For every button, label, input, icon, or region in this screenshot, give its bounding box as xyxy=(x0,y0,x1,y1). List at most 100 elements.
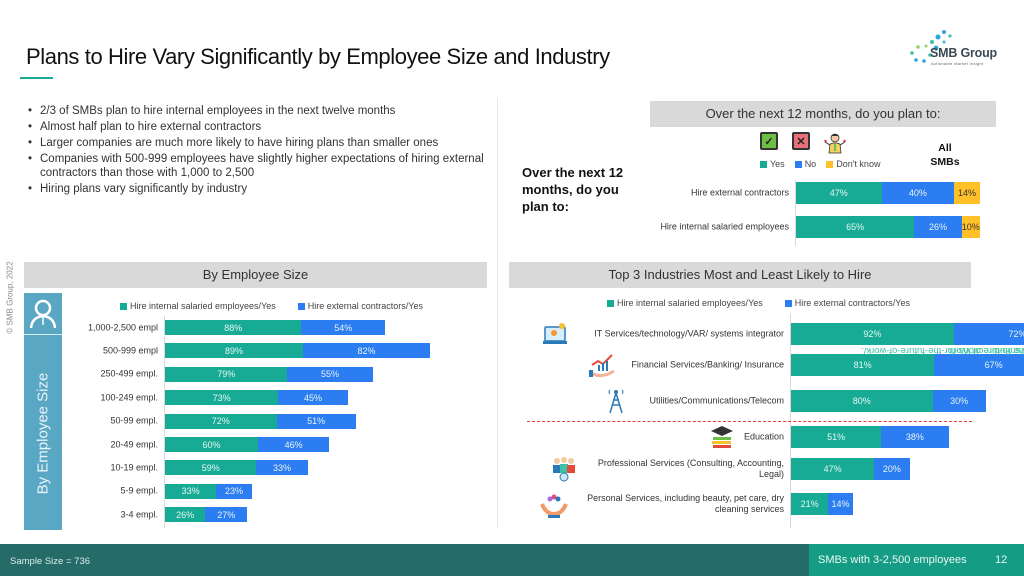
population-label: SMBs with 3-2,500 employees xyxy=(818,554,967,566)
category-label: 50-99 empl. xyxy=(110,415,158,426)
data-label: 89% xyxy=(224,345,243,356)
legend-swatch xyxy=(297,302,305,310)
title-underline xyxy=(20,77,53,79)
key-findings-list: 2/3 of SMBs plan to hire internal employ… xyxy=(28,104,498,198)
page-number: 12 xyxy=(995,554,1008,566)
data-label: 33% xyxy=(181,486,200,497)
category-label: 10-19 empl. xyxy=(110,462,158,473)
category-label: 3-4 empl. xyxy=(120,509,158,520)
bar-external: 20% xyxy=(874,458,910,480)
employee-size-chart: 1,000-2,500 empl 88% 54% 500-999 empl 89% 82%… xyxy=(64,316,494,528)
source-citation: Source: SMB Directions for the Future of… xyxy=(861,180,1024,520)
x-box-icon: ✕ xyxy=(792,132,810,150)
check-box-icon: ✓ xyxy=(760,132,778,150)
category-label: 250-499 empl. xyxy=(100,368,158,379)
vertical-divider xyxy=(497,98,498,528)
bullet-item: Companies with 500-999 employees have sl… xyxy=(28,152,498,180)
legend-label: Don't know xyxy=(836,159,881,169)
professionals-team-icon xyxy=(550,455,578,483)
data-label: 88% xyxy=(224,322,243,333)
bar-external: 55% xyxy=(287,366,373,382)
group-label: All SMBs xyxy=(930,142,960,168)
employee-size-legend: Hire internal salaried employees/Yes Hir… xyxy=(120,301,423,311)
data-label: 26% xyxy=(928,222,947,232)
bar-no: 26% xyxy=(914,216,962,238)
data-label: 47% xyxy=(823,464,842,474)
response-icons: ✓ ✕ xyxy=(760,132,846,154)
finance-growth-icon xyxy=(588,351,616,379)
legend-no: No xyxy=(794,159,816,169)
bar-internal: 89% xyxy=(165,343,303,359)
bar-yes: 47% xyxy=(796,182,882,204)
bar-internal: 33% xyxy=(165,483,217,499)
bar-internal: 51% xyxy=(791,426,882,448)
source-url[interactable]: https://www.smb-gr.com/reports/smb-direc… xyxy=(861,344,1024,356)
bar-internal: 60% xyxy=(165,437,258,452)
category-label: Hire internal salaried employees xyxy=(660,221,789,232)
telecom-tower-icon xyxy=(602,387,630,415)
legend-external: Hire external contractors/Yes xyxy=(784,298,910,308)
category-label: Personal Services, including beauty, pet… xyxy=(587,493,784,514)
legend-swatch xyxy=(826,160,834,168)
bar-external: 33% xyxy=(256,460,308,476)
all-smbs-chart: Hire external contractors 47% 40% 14% Hire i… xyxy=(520,176,990,246)
all-smbs-label: All SMBs xyxy=(928,141,962,169)
most-least-separator xyxy=(527,421,972,422)
data-label: 92% xyxy=(863,329,882,339)
bar-internal: 21% xyxy=(791,493,829,515)
computer-gear-icon xyxy=(542,320,570,348)
bar-internal: 92% xyxy=(791,323,954,345)
data-label: 45% xyxy=(304,392,323,403)
bar-external: 51% xyxy=(276,413,356,429)
industry-chart-title: Top 3 Industries Most and Least Likely t… xyxy=(509,262,971,288)
side-label-text: By Employee Size xyxy=(34,372,52,494)
data-label: 21% xyxy=(800,499,819,509)
industry-legend: Hire internal salaried employees/Yes Hir… xyxy=(607,298,910,308)
bar-dk: 10% xyxy=(961,216,980,238)
bullet-item: 2/3 of SMBs plan to hire internal employ… xyxy=(28,104,498,118)
data-label: 14% xyxy=(831,499,850,509)
bar-dk: 14% xyxy=(954,182,980,204)
legend-label: Yes xyxy=(770,159,785,169)
category-label: Hire external contractors xyxy=(690,187,789,198)
bar-yes: 65% xyxy=(796,216,915,238)
legend-external: Hire external contractors/Yes xyxy=(297,301,423,311)
data-label: 60% xyxy=(202,439,221,450)
legend-label: Hire internal salaried employees/Yes xyxy=(617,298,763,308)
logo-tagline: Actionable Market Insight xyxy=(931,61,984,66)
bullet-item: Larger companies are much more likely to… xyxy=(28,136,498,150)
sample-size: Sample Size = 736 xyxy=(10,556,91,567)
employee-icon-box xyxy=(24,293,62,335)
data-label: 40% xyxy=(908,188,927,198)
bar-external: 23% xyxy=(216,483,252,499)
bar-internal: 79% xyxy=(165,366,288,382)
legend-label: Hire external contractors/Yes xyxy=(794,298,910,308)
side-label: By Employee Size xyxy=(24,336,62,530)
personal-care-hands-icon xyxy=(540,490,568,518)
copyright: © SMB Group, 2022 xyxy=(3,261,17,333)
data-label: 14% xyxy=(958,188,977,198)
bar-no: 40% xyxy=(881,182,955,204)
bar-internal: 80% xyxy=(791,390,933,412)
bar-internal: 81% xyxy=(791,354,935,376)
bar-internal: 73% xyxy=(165,390,279,406)
legend-internal: Hire internal salaried employees/Yes xyxy=(120,301,276,311)
data-label: 54% xyxy=(334,322,353,333)
bar-internal: 88% xyxy=(165,320,302,335)
bar-external: 82% xyxy=(302,343,431,359)
bar-external: 30% xyxy=(932,390,986,412)
data-label: 30% xyxy=(950,396,969,406)
bar-internal: 47% xyxy=(791,458,875,480)
data-label: 10% xyxy=(961,222,980,232)
category-label: Education xyxy=(743,431,784,442)
bullet-item: Almost half plan to hire external contra… xyxy=(28,120,498,134)
data-label: 23% xyxy=(224,486,243,497)
data-label: 38% xyxy=(905,432,924,442)
category-label: IT Services/technology/VAR/ systems inte… xyxy=(594,328,784,339)
data-label: 59% xyxy=(201,462,220,473)
employee-size-chart-title: By Employee Size xyxy=(24,262,487,288)
logo-name: SMB Group xyxy=(930,46,997,60)
data-label: 20% xyxy=(882,464,901,474)
bar-internal: 59% xyxy=(165,460,257,476)
data-label: 65% xyxy=(846,222,865,232)
